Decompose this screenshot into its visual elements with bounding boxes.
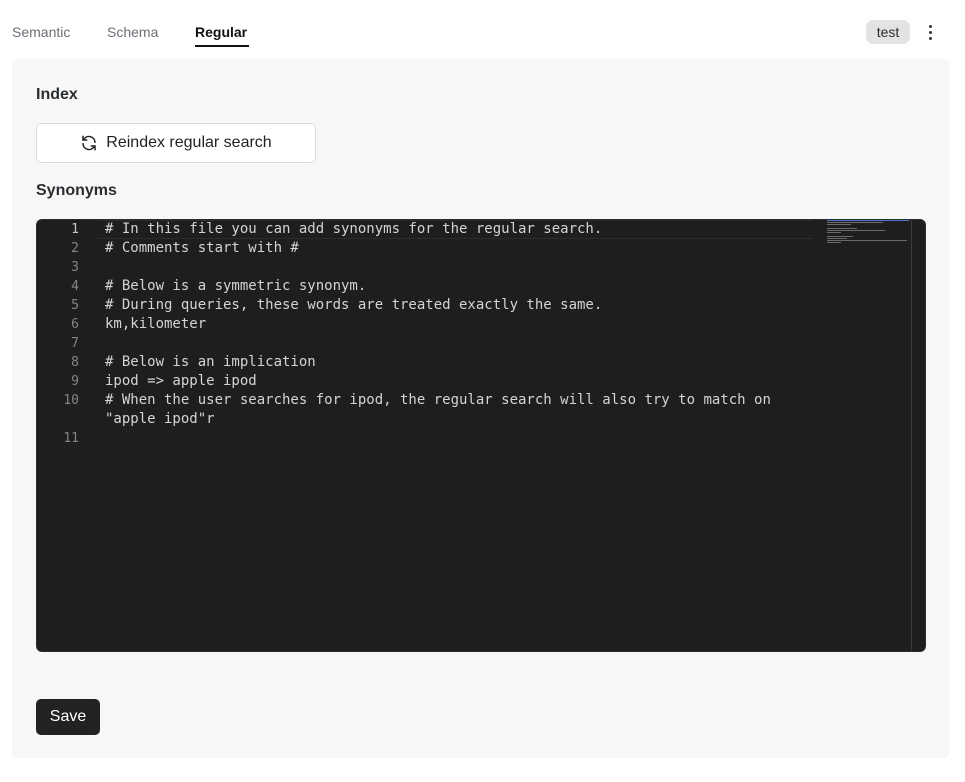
synonyms-section-title: Synonyms xyxy=(36,182,117,199)
synonyms-code-editor[interactable]: 1 2 3 4 5 6 7 8 9 10 11 # In this file y… xyxy=(36,219,926,652)
refresh-icon xyxy=(82,135,97,151)
top-bar: Semantic Schema Regular test xyxy=(0,0,965,52)
reindex-button-label: Reindex regular search xyxy=(106,134,272,151)
line-number: 5 xyxy=(71,298,79,313)
line-number: 6 xyxy=(71,317,79,332)
line-number: 1 xyxy=(71,222,79,237)
kebab-vertical-icon[interactable] xyxy=(922,22,938,42)
tab-regular[interactable]: Regular xyxy=(195,24,247,41)
code-line[interactable]: ipod => apple ipod xyxy=(105,372,257,391)
line-number: 10 xyxy=(63,393,79,408)
code-line[interactable]: # In this file you can add synonyms for … xyxy=(105,220,602,239)
editor-minimap[interactable] xyxy=(823,220,911,250)
line-number: 8 xyxy=(71,355,79,370)
tab-schema[interactable]: Schema xyxy=(107,24,158,41)
line-number: 9 xyxy=(71,374,79,389)
code-line[interactable]: # Below is a symmetric synonym. xyxy=(105,277,366,296)
line-number: 2 xyxy=(71,241,79,256)
dataset-badge: test xyxy=(866,20,910,44)
tab-semantic[interactable]: Semantic xyxy=(12,24,70,41)
code-line-wrapped[interactable]: "apple ipod"r xyxy=(105,410,215,429)
code-line[interactable]: # When the user searches for ipod, the r… xyxy=(105,391,771,410)
index-section-title: Index xyxy=(36,86,78,103)
active-tab-indicator xyxy=(195,45,249,47)
line-number: 7 xyxy=(71,336,79,351)
line-number: 4 xyxy=(71,279,79,294)
line-number-gutter: 1 2 3 4 5 6 7 8 9 10 11 xyxy=(37,220,97,651)
line-number: 11 xyxy=(63,431,79,446)
code-line[interactable]: # Comments start with # xyxy=(105,239,299,258)
settings-panel: Index Reindex regular search Synonyms 1 … xyxy=(12,59,950,758)
reindex-button[interactable]: Reindex regular search xyxy=(36,123,316,163)
code-line[interactable]: # During queries, these words are treate… xyxy=(105,296,602,315)
code-line[interactable]: # Below is an implication xyxy=(105,353,316,372)
line-number: 3 xyxy=(71,260,79,275)
editor-scrollbar[interactable] xyxy=(911,220,912,651)
save-button[interactable]: Save xyxy=(36,699,100,735)
code-line[interactable]: km,kilometer xyxy=(105,315,206,334)
